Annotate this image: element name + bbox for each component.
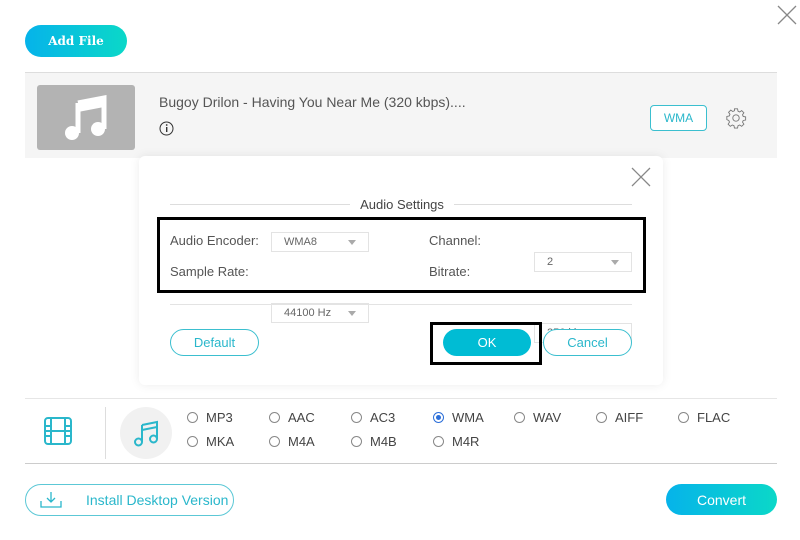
default-button[interactable]: Default xyxy=(170,329,259,356)
gear-icon[interactable] xyxy=(725,107,747,129)
format-label: WMA xyxy=(452,410,484,425)
radio-icon xyxy=(351,412,362,423)
audio-encoder-label: Audio Encoder: xyxy=(170,233,259,248)
format-label: MP3 xyxy=(206,410,233,425)
file-thumbnail xyxy=(37,85,135,150)
format-label: M4A xyxy=(288,434,315,449)
radio-icon xyxy=(433,436,444,447)
format-label: MKA xyxy=(206,434,235,449)
radio-icon xyxy=(269,412,280,423)
dialog-close-icon[interactable] xyxy=(630,166,652,188)
radio-icon xyxy=(514,412,525,423)
sample-rate-value: 44100 Hz xyxy=(284,307,332,319)
bitrate-label: Bitrate: xyxy=(429,264,471,279)
format-radio-mka[interactable]: MKA xyxy=(187,434,234,449)
video-tab[interactable] xyxy=(43,416,73,446)
format-label: AC3 xyxy=(370,410,396,425)
format-radio-wav[interactable]: WAV xyxy=(514,410,561,425)
add-file-button[interactable]: Add File xyxy=(25,25,127,57)
format-radio-wma[interactable]: WMA xyxy=(433,410,484,425)
output-format-badge[interactable]: WMA xyxy=(650,105,707,131)
format-radio-m4a[interactable]: M4A xyxy=(269,434,315,449)
audio-encoder-value: WMA8 xyxy=(284,236,317,248)
format-label: WAV xyxy=(533,410,562,425)
radio-selected-icon xyxy=(433,412,444,423)
music-note-icon xyxy=(134,420,158,447)
radio-icon xyxy=(269,436,280,447)
divider xyxy=(170,304,632,305)
format-radio-mp3[interactable]: MP3 xyxy=(187,410,233,425)
format-label: AAC xyxy=(288,410,315,425)
close-icon[interactable] xyxy=(776,4,798,26)
channel-value: 2 xyxy=(547,256,554,268)
film-icon xyxy=(44,417,72,445)
info-icon[interactable] xyxy=(159,121,174,136)
sample-rate-label: Sample Rate: xyxy=(170,264,249,279)
dialog-title: Audio Settings xyxy=(360,197,444,212)
radio-icon xyxy=(187,412,198,423)
music-note-icon xyxy=(65,94,107,140)
format-radio-flac[interactable]: FLAC xyxy=(678,410,730,425)
channel-label: Channel: xyxy=(429,233,482,248)
file-name: Bugoy Drilon - Having You Near Me (320 k… xyxy=(159,94,466,110)
audio-settings-dialog: Audio Settings Audio Encoder: WMA8 Chann… xyxy=(139,156,663,385)
format-radio-m4b[interactable]: M4B xyxy=(351,434,397,449)
divider xyxy=(454,204,632,205)
format-label: AIFF xyxy=(615,410,644,425)
channel-select[interactable]: 2 xyxy=(534,252,632,272)
format-label: FLAC xyxy=(697,410,731,425)
radio-icon xyxy=(351,436,362,447)
format-radio-aac[interactable]: AAC xyxy=(269,410,315,425)
install-desktop-button[interactable]: Install Desktop Version xyxy=(25,484,234,516)
divider xyxy=(105,407,106,459)
settings-highlight-box: Audio Encoder: WMA8 Channel: 2 Sample Ra… xyxy=(157,217,646,343)
install-label: Install Desktop Version xyxy=(86,492,229,508)
format-radio-ac3[interactable]: AC3 xyxy=(351,410,395,425)
format-selection-panel: MP3 AAC AC3 WMA WAV AIFF FLAC MKA M4A M4… xyxy=(25,398,777,464)
audio-tab[interactable] xyxy=(120,407,172,459)
sample-rate-select[interactable]: 44100 Hz xyxy=(271,303,369,323)
chevron-down-icon xyxy=(348,240,356,245)
radio-icon xyxy=(187,436,198,447)
chevron-down-icon xyxy=(611,260,619,265)
divider xyxy=(170,204,350,205)
download-icon xyxy=(40,492,62,508)
format-radio-m4r[interactable]: M4R xyxy=(433,434,479,449)
format-label: M4R xyxy=(452,434,480,449)
chevron-down-icon xyxy=(348,311,356,316)
radio-icon xyxy=(596,412,607,423)
convert-button[interactable]: Convert xyxy=(666,484,777,515)
radio-icon xyxy=(678,412,689,423)
ok-button[interactable]: OK xyxy=(443,329,531,356)
audio-encoder-select[interactable]: WMA8 xyxy=(271,232,369,252)
format-label: M4B xyxy=(370,434,397,449)
file-item: Bugoy Drilon - Having You Near Me (320 k… xyxy=(25,72,777,158)
cancel-button[interactable]: Cancel xyxy=(543,329,632,356)
format-radio-aiff[interactable]: AIFF xyxy=(596,410,643,425)
